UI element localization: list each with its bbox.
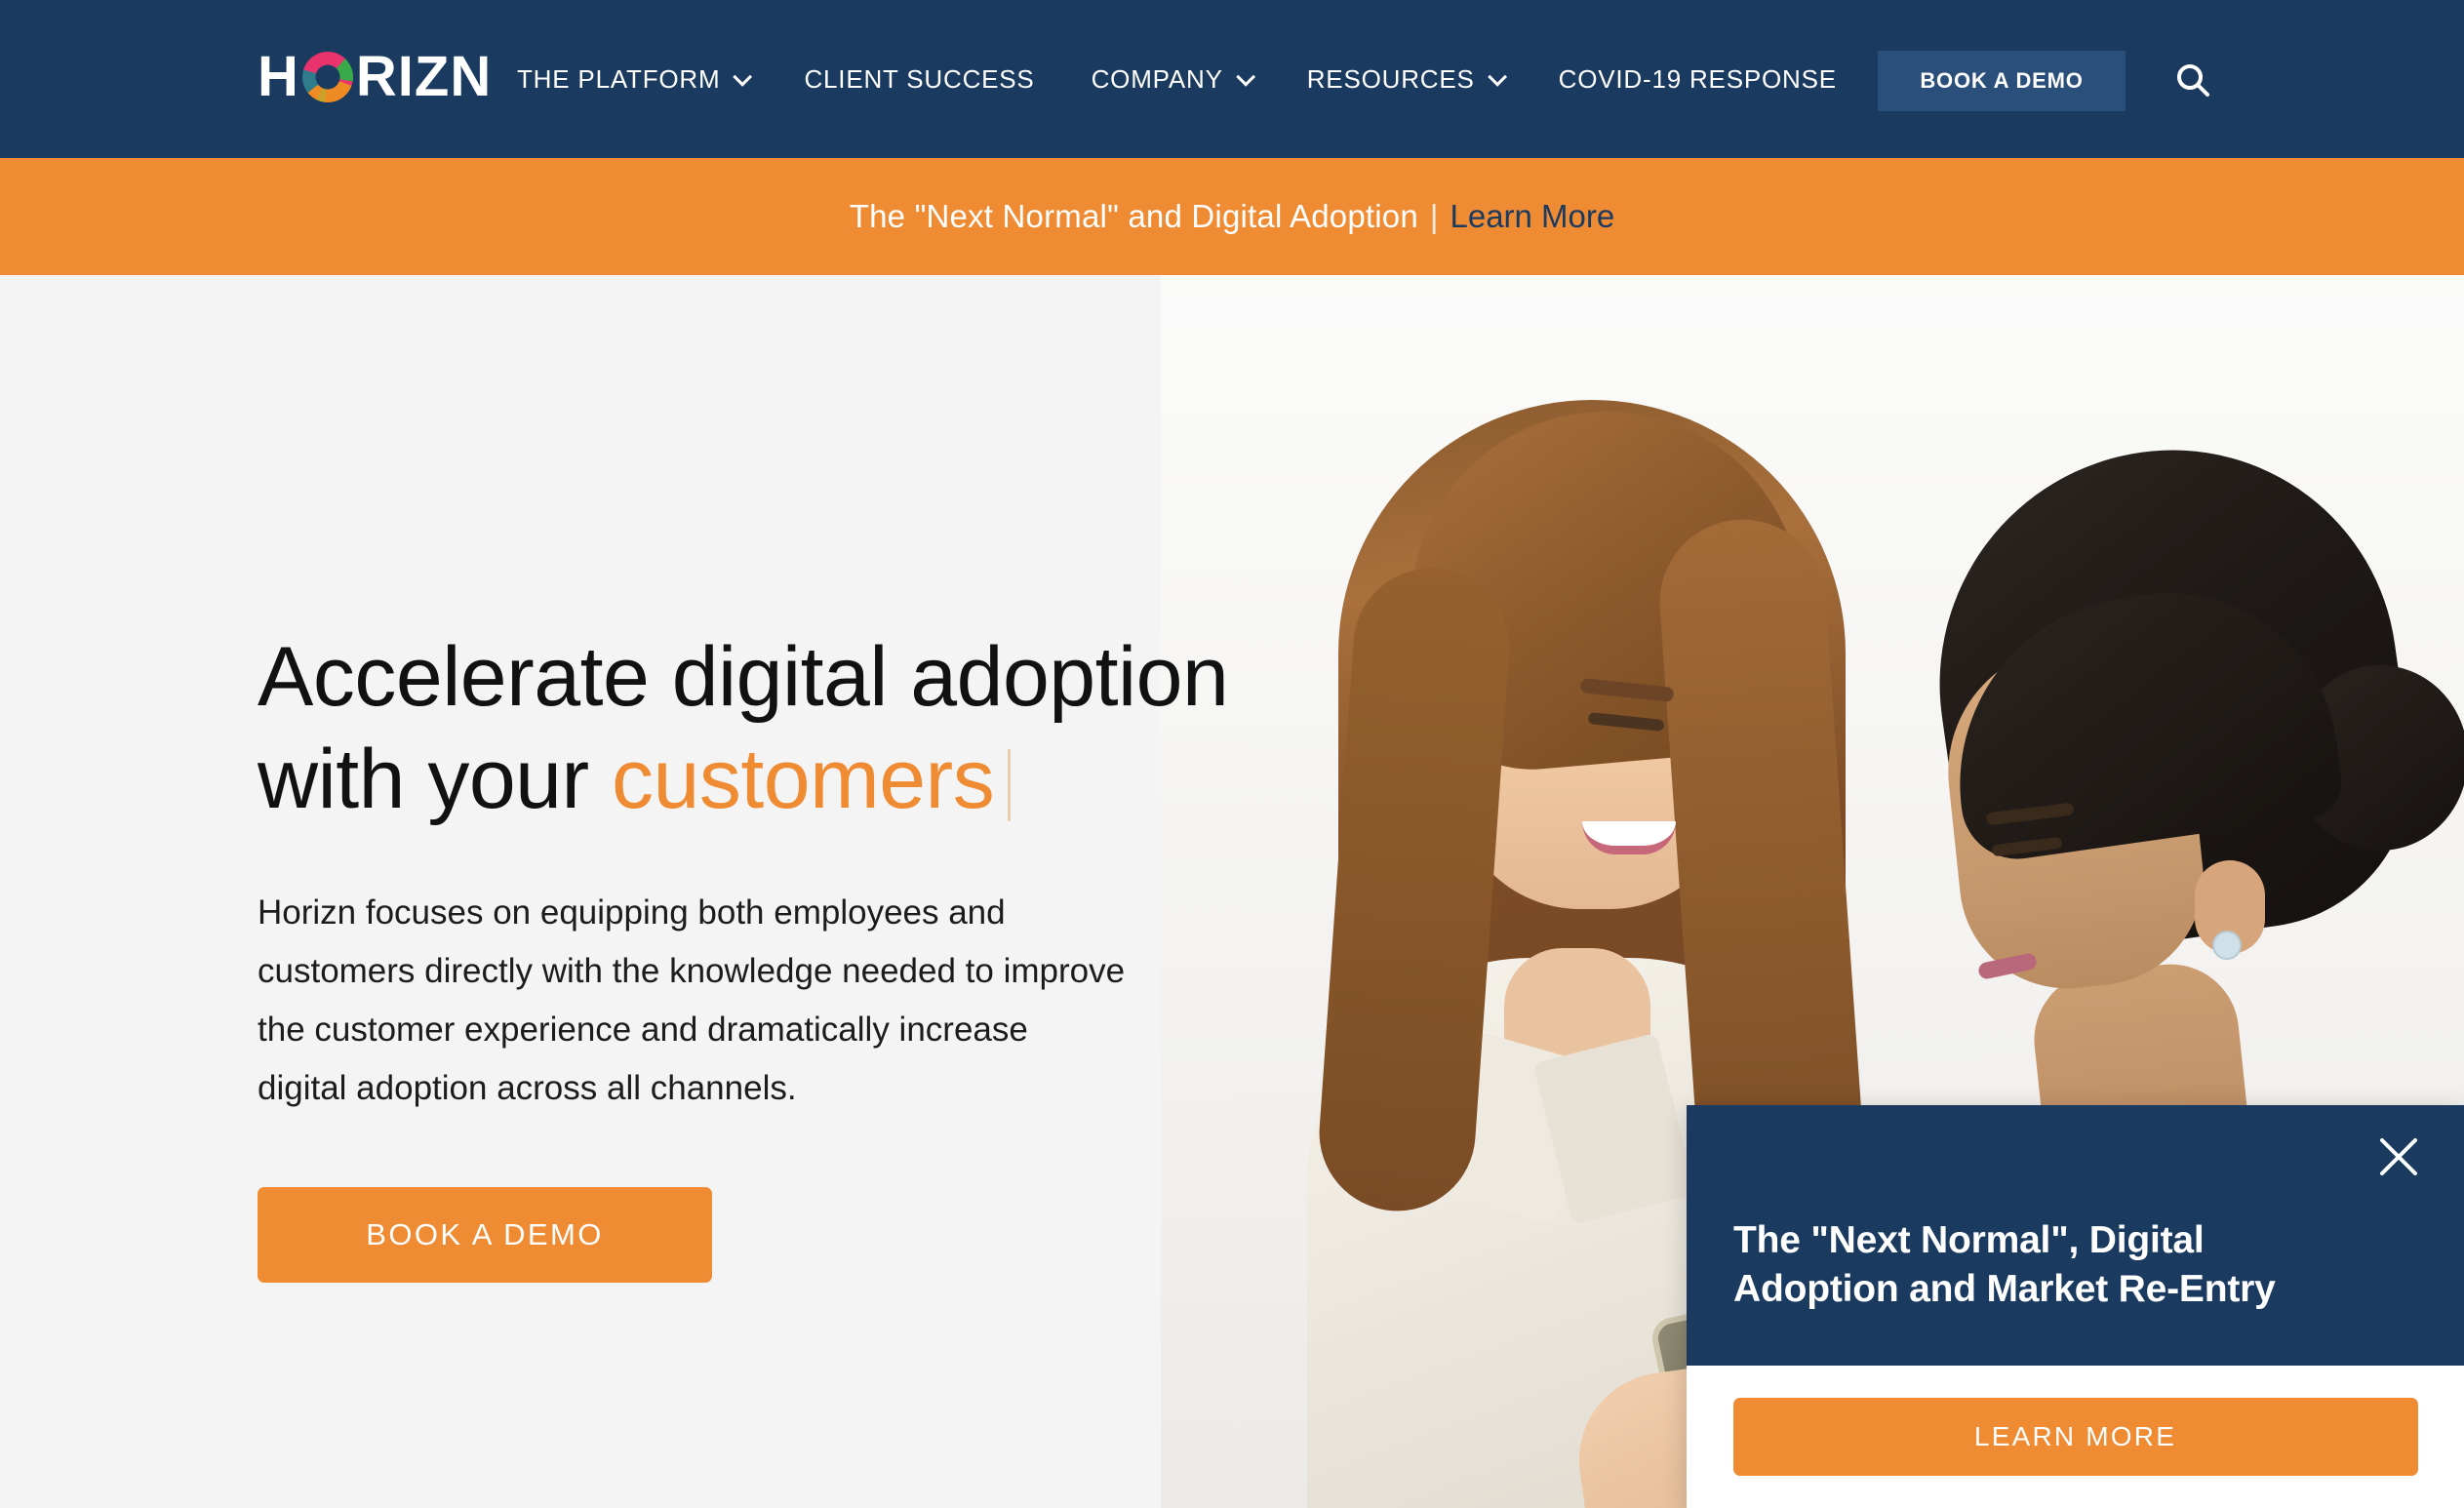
nav-item-client-success[interactable]: CLIENT SUCCESS [804,64,1034,95]
hero-book-a-demo-button[interactable]: BOOK A DEMO [258,1186,712,1283]
typing-caret [1008,748,1012,821]
announcement-banner-separator: | [1429,198,1439,234]
main-menu: THE PLATFORM CLIENT SUCCESS COMPANY RESO… [517,0,1893,158]
nav-item-label: THE PLATFORM [517,63,721,94]
brand-logo-prefix: H [258,45,299,108]
headline-line-2-accent: customers [612,732,995,826]
promo-popup-header: The "Next Normal", Digital Adoption and … [1687,1105,2464,1366]
hero-paragraph: Horizn focuses on equipping both employe… [258,893,1126,1108]
nav-item-resources[interactable]: RESOURCES [1306,63,1507,95]
close-icon[interactable] [2376,1134,2421,1179]
page-title: Accelerate digital adoption with your cu… [258,626,1350,831]
headline-line-1: Accelerate digital adoption [258,630,1229,724]
chevron-down-icon [733,66,753,87]
hero-copy-block: Accelerate digital adoption with your cu… [258,626,1350,1283]
brand-logo-text: H RIZN [258,47,492,107]
nav-item-covid-19-response[interactable]: COVID-19 RESPONSE [1559,64,1837,95]
chevron-down-icon [1235,66,1255,87]
chevron-down-icon [1487,66,1507,87]
search-icon[interactable] [2173,61,2212,100]
promo-popup-body: LEARN MORE [1687,1366,2464,1508]
nav-item-label: COVID-19 RESPONSE [1558,63,1837,94]
announcement-banner: The "Next Normal" and Digital Adoption |… [0,158,2464,275]
hero-person-b-earring [2212,931,2242,960]
nav-book-a-demo-button[interactable]: BOOK A DEMO [1878,51,2126,111]
top-navigation-bar: H RIZN THE PLATFORM CLIENT SUCCESS COMPA… [0,0,2464,158]
nav-item-the-platform[interactable]: THE PLATFORM [517,63,753,95]
announcement-banner-learn-more-link[interactable]: Learn More [1450,198,1614,235]
brand-logo[interactable]: H RIZN [258,47,492,107]
nav-item-label: COMPANY [1091,63,1223,94]
promo-popup-title: The "Next Normal", Digital Adoption and … [1733,1219,2276,1310]
brand-logo-suffix: RIZN [355,45,493,108]
nav-item-label: RESOURCES [1306,63,1475,94]
headline-line-2-prefix: with your [258,732,613,826]
promo-popup-learn-more-button[interactable]: LEARN MORE [1732,1398,2418,1476]
promo-popup-card: The "Next Normal", Digital Adoption and … [1687,1105,2464,1508]
page-root: H RIZN THE PLATFORM CLIENT SUCCESS COMPA… [0,0,2464,1508]
brand-logo-ring-icon [301,52,353,102]
announcement-banner-text: The "Next Normal" and Digital Adoption [849,198,1418,234]
nav-item-label: CLIENT SUCCESS [804,63,1035,94]
nav-item-company[interactable]: COMPANY [1091,63,1255,95]
